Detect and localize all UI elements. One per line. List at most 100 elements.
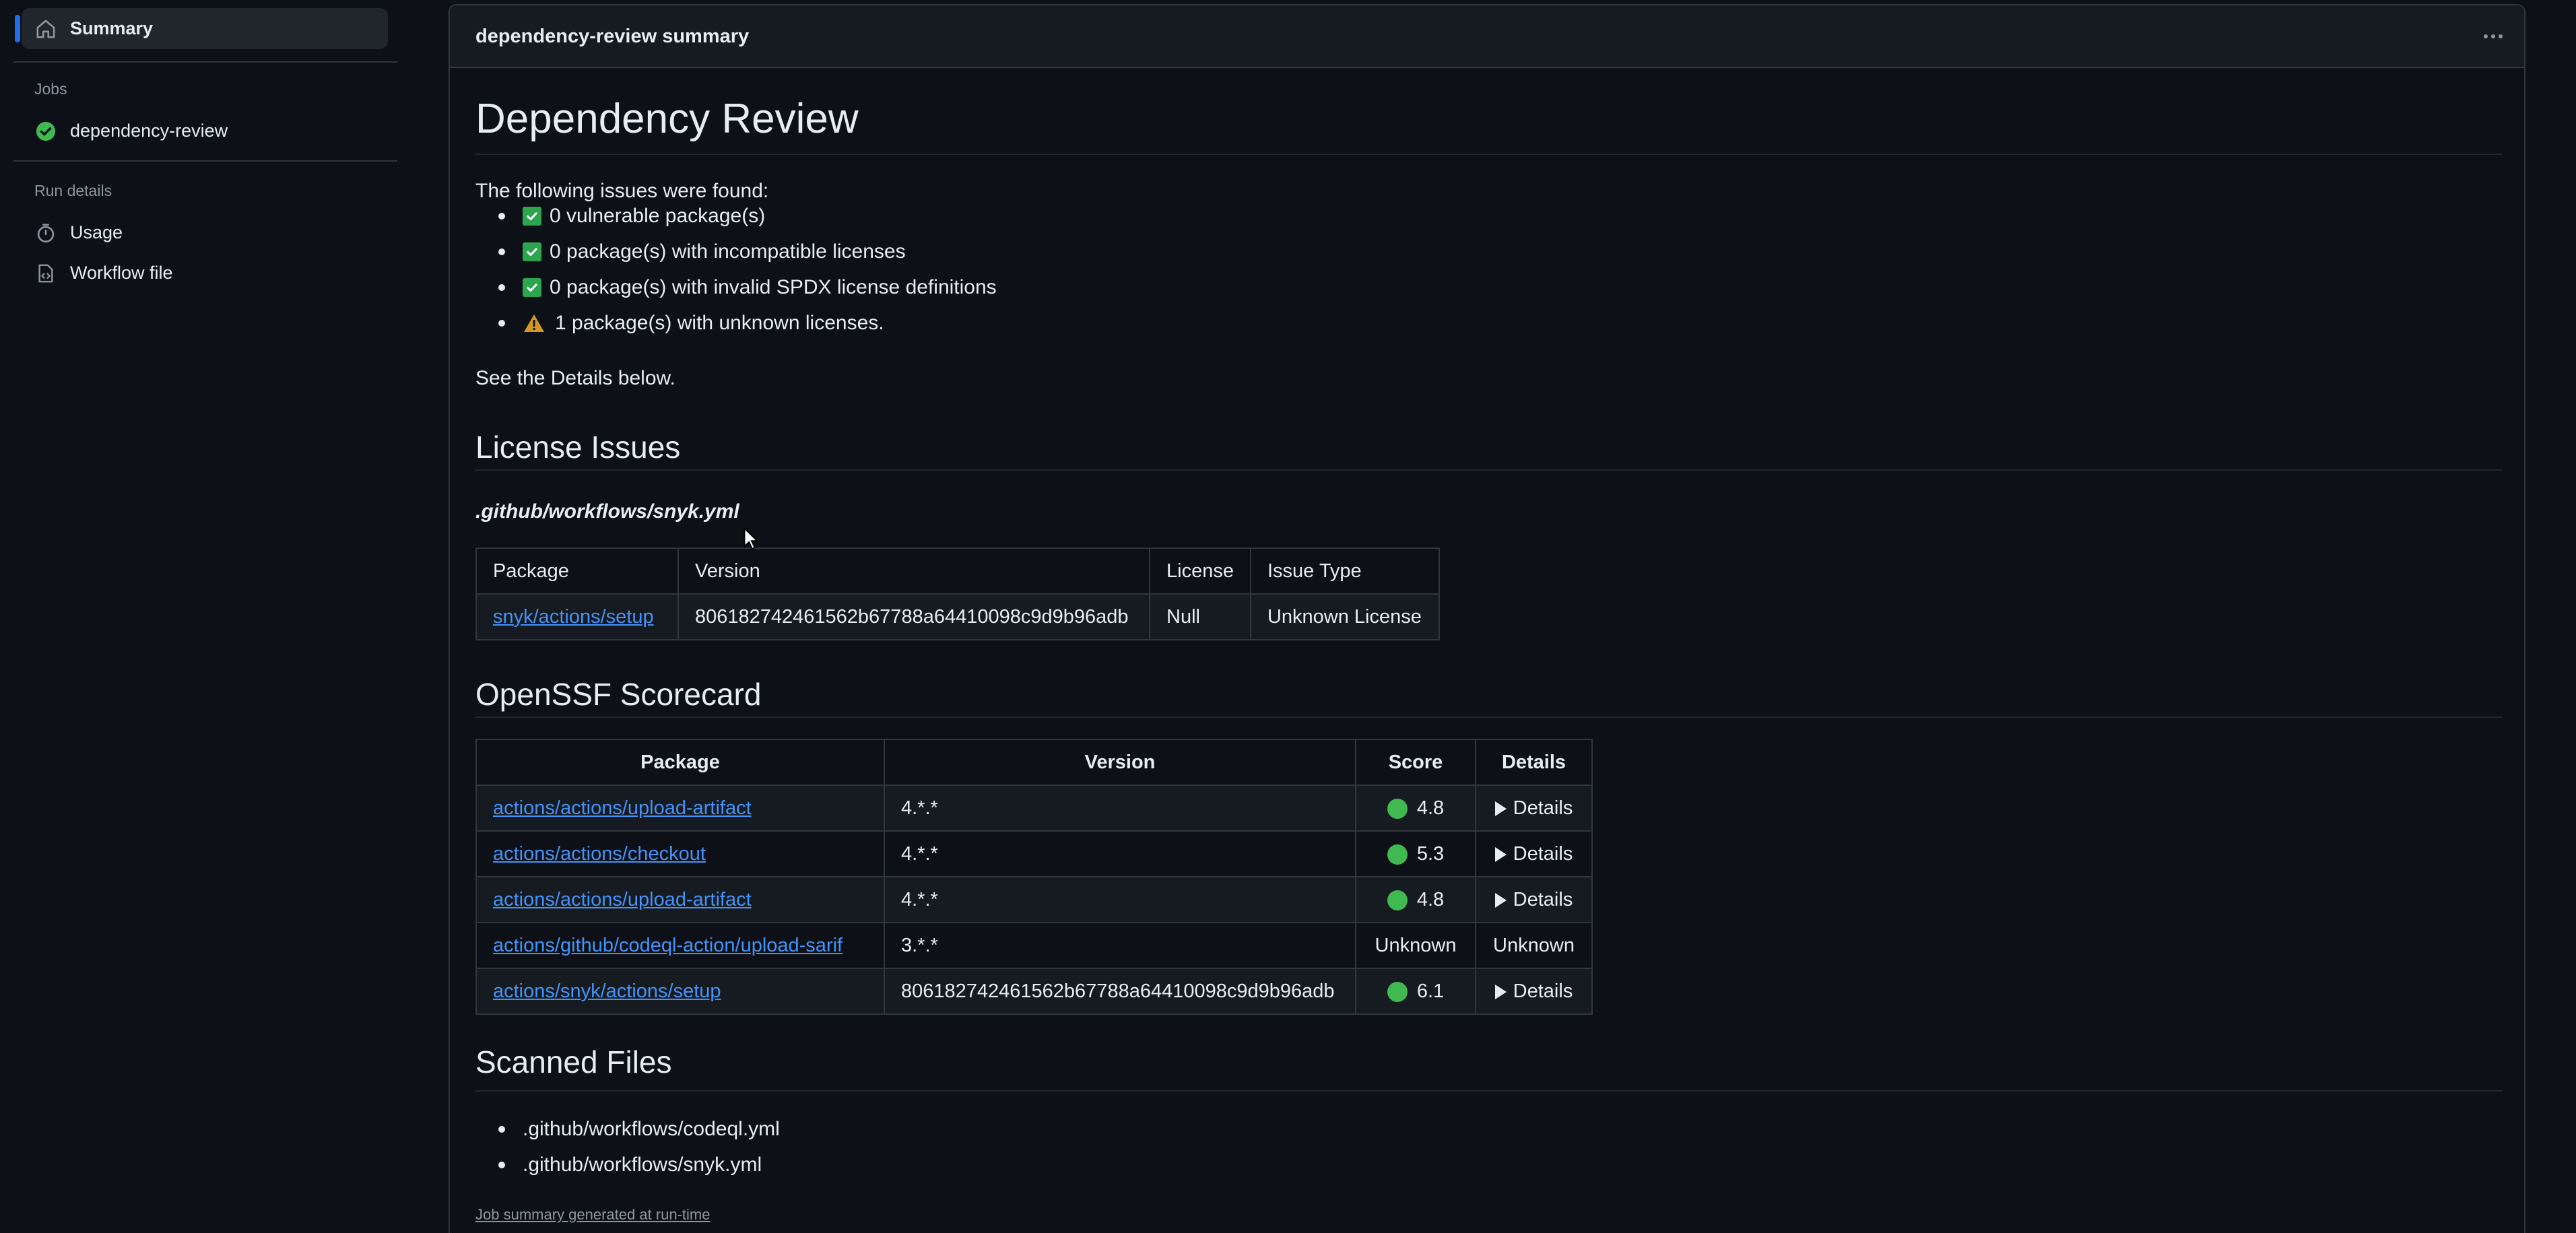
check-icon [523, 278, 541, 297]
heading-rule [475, 154, 2503, 155]
table-header-row: Package Version License Issue Type [475, 547, 1440, 595]
disclosure-triangle-icon [1494, 984, 1507, 999]
details-cell[interactable]: Details [1475, 830, 1593, 877]
table-row: actions/actions/upload-artifact 4.*.* 4.… [475, 876, 1593, 923]
sidebar-item-label: Summary [70, 18, 154, 38]
success-check-icon [32, 118, 59, 145]
list-item: .github/workflows/codeql.yml [475, 1116, 780, 1143]
job-summary-panel: dependency-review summary Dependency Rev… [449, 4, 2525, 1233]
check-icon [523, 242, 541, 261]
sidebar-item-label: dependency-review [70, 121, 228, 141]
mouse-cursor-icon [744, 527, 759, 550]
page-title: Dependency Review [475, 96, 859, 142]
panel-header: dependency-review summary [450, 5, 2524, 68]
score-value: 5.3 [1416, 842, 1445, 865]
see-details-text: See the Details below. [475, 367, 675, 389]
version-cell: 806182742461562b67788a64410098c9d9b96adb [678, 593, 1150, 640]
green-circle-icon [1387, 844, 1408, 865]
table-row: actions/snyk/actions/setup 8061827424615… [475, 968, 1593, 1015]
details-toggle[interactable]: Details [1513, 843, 1573, 865]
disclosure-triangle-icon [1494, 801, 1507, 816]
column-header: Score [1355, 739, 1476, 786]
sidebar-divider [13, 160, 397, 162]
column-header: Package [475, 547, 679, 595]
package-link[interactable]: actions/actions/upload-artifact [493, 797, 752, 819]
file-code-icon [32, 260, 59, 287]
version-cell: 4.*.* [884, 830, 1356, 877]
issue-text: 1 package(s) with unknown licenses. [555, 312, 884, 334]
sidebar-item-usage[interactable]: Usage [22, 212, 388, 253]
green-circle-icon [1387, 798, 1408, 819]
list-item: 1 package(s) with unknown licenses. [475, 310, 884, 337]
package-cell: actions/github/codeql-action/upload-sari… [475, 922, 885, 969]
version-cell: 4.*.* [884, 785, 1356, 832]
disclosure-triangle-icon [1494, 892, 1507, 908]
scanned-files-heading: Scanned Files [475, 1044, 672, 1079]
sidebar-item-workflow-file[interactable]: Workflow file [22, 253, 388, 294]
package-link[interactable]: actions/actions/upload-artifact [493, 889, 752, 910]
details-toggle[interactable]: Details [1513, 980, 1573, 1002]
list-item: 0 package(s) with incompatible licenses [475, 238, 906, 265]
issue-text: 0 vulnerable package(s) [550, 205, 766, 227]
issues-intro: The following issues were found: [475, 180, 769, 202]
column-header: Package [475, 739, 885, 786]
column-header: Details [1475, 739, 1593, 786]
details-cell[interactable]: Details [1475, 785, 1593, 832]
version-cell: 806182742461562b67788a64410098c9d9b96adb [884, 968, 1356, 1015]
heading-rule [475, 1090, 2503, 1092]
active-indicator [15, 15, 20, 42]
details-cell: Unknown [1475, 922, 1593, 969]
package-link[interactable]: actions/github/codeql-action/upload-sari… [493, 935, 843, 956]
sidebar-divider [13, 61, 397, 63]
scanned-file-name: .github/workflows/codeql.yml [523, 1118, 780, 1140]
package-cell: actions/actions/checkout [475, 830, 885, 877]
sidebar-item-summary[interactable]: Summary [15, 8, 388, 49]
home-icon [32, 15, 59, 42]
score-value: 4.8 [1416, 888, 1445, 910]
package-cell: actions/actions/upload-artifact [475, 876, 885, 923]
sidebar: Summary Jobs dependency-review Run detai… [0, 0, 431, 1233]
package-link[interactable]: actions/snyk/actions/setup [493, 980, 721, 1002]
disclosure-triangle-icon [1494, 846, 1507, 862]
issue-type-cell: Unknown License [1249, 593, 1440, 640]
issue-text: 0 package(s) with incompatible licenses [550, 240, 906, 263]
list-item: .github/workflows/snyk.yml [475, 1152, 762, 1178]
score-cell: 4.8 [1355, 785, 1476, 832]
run-details-heading: Run details [34, 182, 112, 199]
license-cell: Null [1149, 593, 1251, 640]
table-row: snyk/actions/setup 806182742461562b67788… [475, 593, 1440, 640]
package-cell: snyk/actions/setup [475, 593, 679, 640]
package-link[interactable]: snyk/actions/setup [493, 606, 654, 628]
score-cell: 5.3 [1355, 830, 1476, 877]
license-file-name: .github/workflows/snyk.yml [475, 500, 739, 523]
column-header: License [1149, 547, 1251, 595]
scorecard-heading: OpenSSF Scorecard [475, 677, 762, 712]
score-cell: 4.8 [1355, 876, 1476, 923]
details-toggle[interactable]: Details [1513, 797, 1573, 819]
jobs-heading: Jobs [34, 80, 67, 98]
details-toggle[interactable]: Details [1513, 889, 1573, 910]
heading-rule [475, 469, 2503, 471]
details-cell[interactable]: Details [1475, 876, 1593, 923]
sidebar-item-dependency-review[interactable]: dependency-review [22, 110, 388, 152]
sidebar-item-label: Usage [70, 222, 123, 242]
scanned-file-name: .github/workflows/snyk.yml [523, 1154, 762, 1176]
list-item: 0 vulnerable package(s) [475, 203, 765, 230]
green-circle-icon [1387, 890, 1408, 910]
package-cell: actions/actions/upload-artifact [475, 785, 885, 832]
issue-text: 0 package(s) with invalid SPDX license d… [550, 276, 997, 298]
sidebar-item-label: Workflow file [70, 263, 173, 283]
score-cell: 6.1 [1355, 968, 1476, 1015]
more-options-icon[interactable] [2478, 23, 2508, 50]
job-summary-footnote[interactable]: Job summary generated at run-time [475, 1206, 711, 1224]
details-cell[interactable]: Details [1475, 968, 1593, 1015]
package-link[interactable]: actions/actions/checkout [493, 843, 706, 865]
heading-rule [475, 717, 2503, 718]
score-value: 6.1 [1416, 980, 1445, 1002]
column-header: Issue Type [1249, 547, 1440, 595]
package-cell: actions/snyk/actions/setup [475, 968, 885, 1015]
scorecard-table: Package Version Score Details actions/ac… [475, 739, 1593, 1015]
column-header: Version [884, 739, 1356, 786]
license-issues-heading: License Issues [475, 430, 681, 465]
score-value: 4.8 [1416, 797, 1445, 819]
